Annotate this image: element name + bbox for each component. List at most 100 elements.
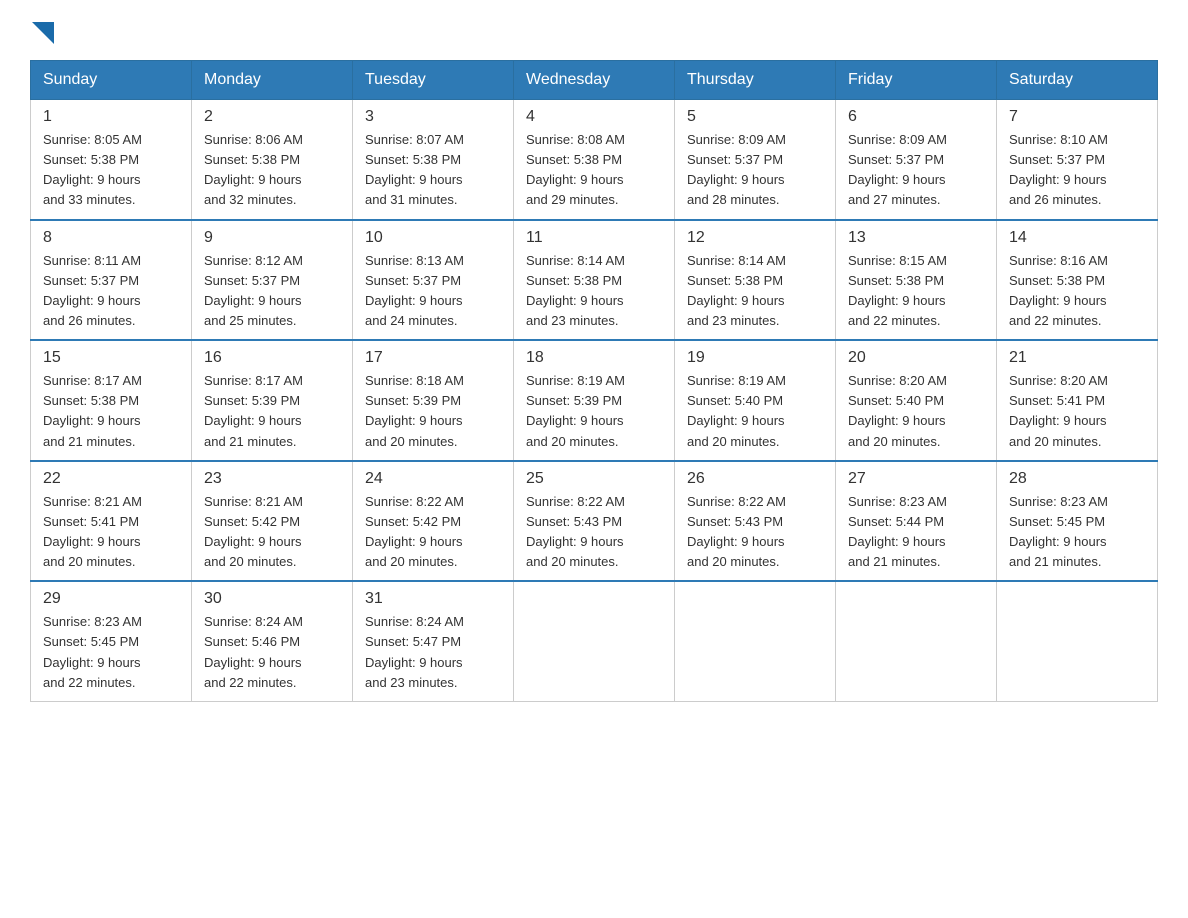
calendar-day-cell — [836, 581, 997, 701]
calendar-day-cell: 7 Sunrise: 8:10 AMSunset: 5:37 PMDayligh… — [997, 100, 1158, 220]
day-number: 29 — [43, 590, 179, 608]
calendar-day-cell: 30 Sunrise: 8:24 AMSunset: 5:46 PMDaylig… — [192, 581, 353, 701]
calendar-day-cell: 25 Sunrise: 8:22 AMSunset: 5:43 PMDaylig… — [514, 461, 675, 582]
calendar-day-cell: 18 Sunrise: 8:19 AMSunset: 5:39 PMDaylig… — [514, 340, 675, 461]
calendar-day-cell: 23 Sunrise: 8:21 AMSunset: 5:42 PMDaylig… — [192, 461, 353, 582]
calendar-day-cell: 22 Sunrise: 8:21 AMSunset: 5:41 PMDaylig… — [31, 461, 192, 582]
calendar-day-cell: 31 Sunrise: 8:24 AMSunset: 5:47 PMDaylig… — [353, 581, 514, 701]
day-info: Sunrise: 8:07 AMSunset: 5:38 PMDaylight:… — [365, 130, 501, 211]
calendar-week-row: 29 Sunrise: 8:23 AMSunset: 5:45 PMDaylig… — [31, 581, 1158, 701]
calendar-day-cell: 10 Sunrise: 8:13 AMSunset: 5:37 PMDaylig… — [353, 220, 514, 341]
day-info: Sunrise: 8:19 AMSunset: 5:40 PMDaylight:… — [687, 371, 823, 452]
calendar-day-cell: 26 Sunrise: 8:22 AMSunset: 5:43 PMDaylig… — [675, 461, 836, 582]
calendar-day-cell: 12 Sunrise: 8:14 AMSunset: 5:38 PMDaylig… — [675, 220, 836, 341]
calendar-day-cell: 28 Sunrise: 8:23 AMSunset: 5:45 PMDaylig… — [997, 461, 1158, 582]
col-tuesday: Tuesday — [353, 61, 514, 100]
day-number: 14 — [1009, 229, 1145, 247]
day-info: Sunrise: 8:24 AMSunset: 5:46 PMDaylight:… — [204, 612, 340, 693]
day-number: 30 — [204, 590, 340, 608]
day-number: 13 — [848, 229, 984, 247]
day-number: 15 — [43, 349, 179, 367]
day-number: 31 — [365, 590, 501, 608]
day-info: Sunrise: 8:20 AMSunset: 5:41 PMDaylight:… — [1009, 371, 1145, 452]
day-number: 23 — [204, 470, 340, 488]
calendar-day-cell: 16 Sunrise: 8:17 AMSunset: 5:39 PMDaylig… — [192, 340, 353, 461]
col-friday: Friday — [836, 61, 997, 100]
day-info: Sunrise: 8:09 AMSunset: 5:37 PMDaylight:… — [687, 130, 823, 211]
calendar-day-cell: 4 Sunrise: 8:08 AMSunset: 5:38 PMDayligh… — [514, 100, 675, 220]
day-info: Sunrise: 8:12 AMSunset: 5:37 PMDaylight:… — [204, 251, 340, 332]
day-info: Sunrise: 8:15 AMSunset: 5:38 PMDaylight:… — [848, 251, 984, 332]
page-header — [30, 20, 1158, 40]
col-thursday: Thursday — [675, 61, 836, 100]
logo-triangle-icon — [32, 22, 54, 44]
calendar-day-cell: 3 Sunrise: 8:07 AMSunset: 5:38 PMDayligh… — [353, 100, 514, 220]
day-number: 1 — [43, 108, 179, 126]
day-number: 4 — [526, 108, 662, 126]
day-number: 22 — [43, 470, 179, 488]
day-info: Sunrise: 8:22 AMSunset: 5:43 PMDaylight:… — [687, 492, 823, 573]
calendar-day-cell: 9 Sunrise: 8:12 AMSunset: 5:37 PMDayligh… — [192, 220, 353, 341]
day-number: 16 — [204, 349, 340, 367]
calendar-week-row: 15 Sunrise: 8:17 AMSunset: 5:38 PMDaylig… — [31, 340, 1158, 461]
day-number: 24 — [365, 470, 501, 488]
day-info: Sunrise: 8:11 AMSunset: 5:37 PMDaylight:… — [43, 251, 179, 332]
col-wednesday: Wednesday — [514, 61, 675, 100]
calendar-day-cell: 2 Sunrise: 8:06 AMSunset: 5:38 PMDayligh… — [192, 100, 353, 220]
calendar-day-cell: 21 Sunrise: 8:20 AMSunset: 5:41 PMDaylig… — [997, 340, 1158, 461]
day-number: 3 — [365, 108, 501, 126]
day-number: 6 — [848, 108, 984, 126]
day-info: Sunrise: 8:17 AMSunset: 5:38 PMDaylight:… — [43, 371, 179, 452]
calendar-week-row: 8 Sunrise: 8:11 AMSunset: 5:37 PMDayligh… — [31, 220, 1158, 341]
calendar-day-cell — [675, 581, 836, 701]
logo-top — [30, 20, 54, 44]
calendar-day-cell: 24 Sunrise: 8:22 AMSunset: 5:42 PMDaylig… — [353, 461, 514, 582]
col-monday: Monday — [192, 61, 353, 100]
day-info: Sunrise: 8:18 AMSunset: 5:39 PMDaylight:… — [365, 371, 501, 452]
calendar-week-row: 22 Sunrise: 8:21 AMSunset: 5:41 PMDaylig… — [31, 461, 1158, 582]
day-info: Sunrise: 8:13 AMSunset: 5:37 PMDaylight:… — [365, 251, 501, 332]
calendar-day-cell — [514, 581, 675, 701]
day-info: Sunrise: 8:09 AMSunset: 5:37 PMDaylight:… — [848, 130, 984, 211]
calendar-week-row: 1 Sunrise: 8:05 AMSunset: 5:38 PMDayligh… — [31, 100, 1158, 220]
day-info: Sunrise: 8:22 AMSunset: 5:42 PMDaylight:… — [365, 492, 501, 573]
calendar-day-cell: 8 Sunrise: 8:11 AMSunset: 5:37 PMDayligh… — [31, 220, 192, 341]
day-info: Sunrise: 8:22 AMSunset: 5:43 PMDaylight:… — [526, 492, 662, 573]
calendar-day-cell: 6 Sunrise: 8:09 AMSunset: 5:37 PMDayligh… — [836, 100, 997, 220]
col-sunday: Sunday — [31, 61, 192, 100]
day-info: Sunrise: 8:08 AMSunset: 5:38 PMDaylight:… — [526, 130, 662, 211]
calendar-day-cell: 20 Sunrise: 8:20 AMSunset: 5:40 PMDaylig… — [836, 340, 997, 461]
day-number: 21 — [1009, 349, 1145, 367]
day-number: 12 — [687, 229, 823, 247]
day-info: Sunrise: 8:06 AMSunset: 5:38 PMDaylight:… — [204, 130, 340, 211]
day-info: Sunrise: 8:05 AMSunset: 5:38 PMDaylight:… — [43, 130, 179, 211]
calendar-day-cell: 1 Sunrise: 8:05 AMSunset: 5:38 PMDayligh… — [31, 100, 192, 220]
day-number: 25 — [526, 470, 662, 488]
day-number: 27 — [848, 470, 984, 488]
calendar-day-cell: 17 Sunrise: 8:18 AMSunset: 5:39 PMDaylig… — [353, 340, 514, 461]
day-info: Sunrise: 8:16 AMSunset: 5:38 PMDaylight:… — [1009, 251, 1145, 332]
calendar-day-cell: 15 Sunrise: 8:17 AMSunset: 5:38 PMDaylig… — [31, 340, 192, 461]
day-number: 8 — [43, 229, 179, 247]
calendar-day-cell: 11 Sunrise: 8:14 AMSunset: 5:38 PMDaylig… — [514, 220, 675, 341]
day-info: Sunrise: 8:20 AMSunset: 5:40 PMDaylight:… — [848, 371, 984, 452]
day-info: Sunrise: 8:21 AMSunset: 5:42 PMDaylight:… — [204, 492, 340, 573]
calendar-day-cell: 29 Sunrise: 8:23 AMSunset: 5:45 PMDaylig… — [31, 581, 192, 701]
calendar-day-cell — [997, 581, 1158, 701]
day-info: Sunrise: 8:14 AMSunset: 5:38 PMDaylight:… — [526, 251, 662, 332]
logo — [30, 20, 54, 40]
day-number: 7 — [1009, 108, 1145, 126]
day-number: 11 — [526, 229, 662, 247]
col-saturday: Saturday — [997, 61, 1158, 100]
day-number: 28 — [1009, 470, 1145, 488]
day-info: Sunrise: 8:19 AMSunset: 5:39 PMDaylight:… — [526, 371, 662, 452]
calendar-header-row: Sunday Monday Tuesday Wednesday Thursday… — [31, 61, 1158, 100]
day-info: Sunrise: 8:17 AMSunset: 5:39 PMDaylight:… — [204, 371, 340, 452]
day-info: Sunrise: 8:23 AMSunset: 5:45 PMDaylight:… — [43, 612, 179, 693]
day-info: Sunrise: 8:23 AMSunset: 5:45 PMDaylight:… — [1009, 492, 1145, 573]
calendar-day-cell: 14 Sunrise: 8:16 AMSunset: 5:38 PMDaylig… — [997, 220, 1158, 341]
day-number: 19 — [687, 349, 823, 367]
day-number: 10 — [365, 229, 501, 247]
day-info: Sunrise: 8:23 AMSunset: 5:44 PMDaylight:… — [848, 492, 984, 573]
day-info: Sunrise: 8:21 AMSunset: 5:41 PMDaylight:… — [43, 492, 179, 573]
